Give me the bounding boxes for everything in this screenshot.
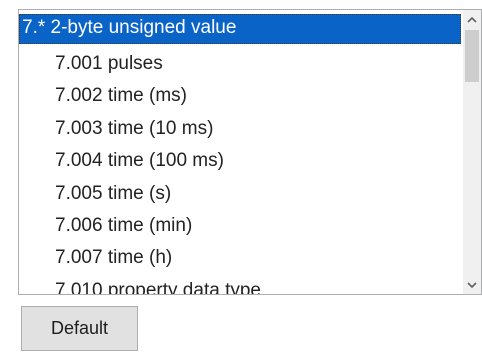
list-item-7-004[interactable]: 7.004 time (100 ms) [19, 145, 463, 177]
list-item-7-001[interactable]: 7.001 pulses [19, 48, 463, 80]
default-button[interactable]: Default [21, 306, 138, 351]
datapoint-type-listbox[interactable]: 7.* 2-byte unsigned value 7.001 pulses 7… [18, 9, 482, 295]
list-item-7-002[interactable]: 7.002 time (ms) [19, 80, 463, 112]
scroll-up-button[interactable] [463, 10, 481, 28]
list-item-7-007[interactable]: 7.007 time (h) [19, 242, 463, 274]
list-item-group-7[interactable]: 7.* 2-byte unsigned value [19, 14, 461, 44]
list-item-7-005[interactable]: 7.005 time (s) [19, 178, 463, 210]
scroll-down-button[interactable] [463, 276, 481, 294]
list-item-7-003[interactable]: 7.003 time (10 ms) [19, 113, 463, 145]
list-item-7-006[interactable]: 7.006 time (min) [19, 210, 463, 242]
datapoint-type-panel: 7.* 2-byte unsigned value 7.001 pulses 7… [0, 0, 482, 363]
chevron-up-icon [467, 16, 477, 23]
scroll-thumb[interactable] [465, 30, 479, 82]
list-item-7-010[interactable]: 7.010 property data type [19, 275, 463, 294]
listbox-items: 7.* 2-byte unsigned value 7.001 pulses 7… [19, 10, 463, 294]
vertical-scrollbar[interactable] [463, 10, 481, 294]
chevron-down-icon [467, 281, 477, 288]
